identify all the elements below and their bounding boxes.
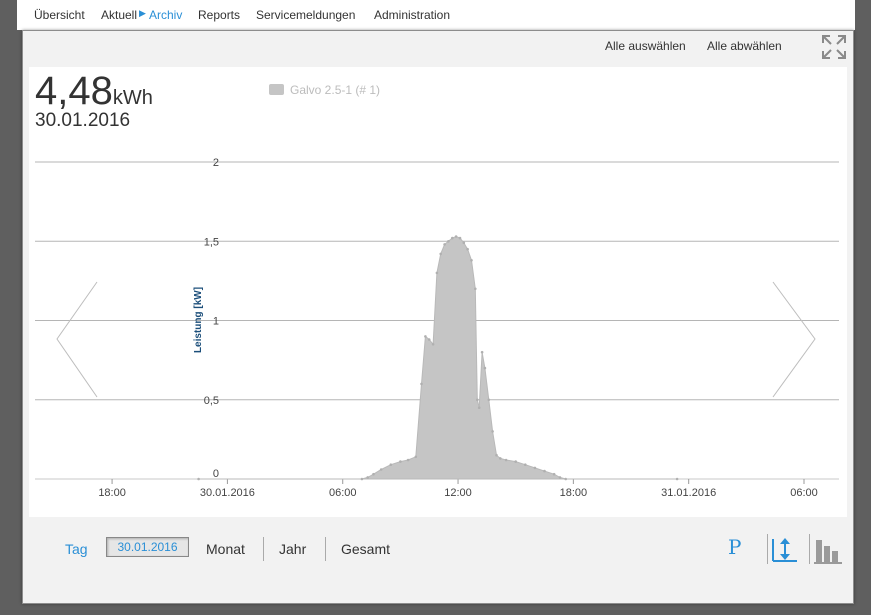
data-point xyxy=(474,287,477,291)
y-tick-label: 2 xyxy=(213,157,219,169)
data-point xyxy=(466,247,469,251)
y-tick-label: 0,5 xyxy=(204,395,219,407)
data-point xyxy=(483,366,487,370)
nav-uebersicht[interactable]: Übersicht xyxy=(34,8,85,22)
chart-area: 0 0,5 1 1,5 2 Leistung [kW] 18:00 30.01.2016 06:… xyxy=(29,67,847,517)
data-point xyxy=(487,398,491,402)
nav-servicemeldungen[interactable]: Servicemeldungen xyxy=(256,8,355,22)
data-point xyxy=(675,477,679,481)
select-all-link[interactable]: Alle auswählen xyxy=(605,39,686,53)
legend-item[interactable]: Galvo 2.5-1 (# 1) xyxy=(269,83,380,97)
tab-tag[interactable]: Tag xyxy=(65,541,88,557)
prev-arrow-icon[interactable] xyxy=(56,281,98,398)
chevron-right-icon: ▶ xyxy=(139,8,146,18)
archive-panel: Alle auswählen Alle abwählen 0 0,5 1 1,5 2 Le… xyxy=(22,30,854,604)
data-point xyxy=(477,406,481,410)
data-point xyxy=(366,476,370,479)
data-point xyxy=(458,236,462,240)
data-point xyxy=(360,477,364,481)
bar-chart-icon[interactable] xyxy=(814,536,842,564)
data-point xyxy=(424,335,427,338)
data-point xyxy=(406,458,410,462)
power-toggle-button[interactable]: P xyxy=(728,535,741,559)
data-point xyxy=(514,460,517,463)
data-point xyxy=(552,472,556,476)
date-field[interactable]: 30.01.2016 xyxy=(106,537,189,557)
vertical-scale-icon[interactable] xyxy=(771,535,799,563)
y-tick-label: 1 xyxy=(213,316,219,328)
data-point xyxy=(564,477,567,481)
legend-swatch xyxy=(269,84,284,95)
data-point xyxy=(443,243,446,246)
nav-administration[interactable]: Administration xyxy=(374,8,450,22)
data-point xyxy=(439,252,443,256)
top-navigation: Übersicht Aktuell ▶ Archiv Reports Servi… xyxy=(17,0,855,30)
x-tick-label: 18:00 xyxy=(98,487,126,499)
data-point xyxy=(491,430,494,433)
fullscreen-icon[interactable] xyxy=(821,34,847,60)
y-tick-label: 0 xyxy=(213,468,219,480)
data-point xyxy=(379,468,383,471)
x-tick-label: 30.01.2016 xyxy=(200,487,255,499)
nav-aktuell[interactable]: Aktuell xyxy=(101,8,137,22)
data-point xyxy=(414,455,418,459)
data-point xyxy=(197,477,200,481)
data-point xyxy=(447,240,450,243)
data-point xyxy=(462,241,466,245)
data-point xyxy=(533,466,537,470)
data-point xyxy=(543,469,546,473)
y-axis-label: Leistung [kW] xyxy=(193,287,204,353)
energy-total: 4,48kWh xyxy=(35,69,153,114)
data-point xyxy=(435,271,439,275)
data-point xyxy=(495,453,498,457)
data-point xyxy=(389,463,393,467)
x-tick-label: 06:00 xyxy=(790,487,818,499)
next-arrow-icon[interactable] xyxy=(772,281,816,398)
data-point xyxy=(454,235,458,238)
data-point xyxy=(476,398,479,402)
nav-reports[interactable]: Reports xyxy=(198,8,240,22)
x-tick-label: 12:00 xyxy=(444,487,472,499)
tab-jahr[interactable]: Jahr xyxy=(279,541,306,557)
energy-unit: kWh xyxy=(112,87,153,109)
tab-monat[interactable]: Monat xyxy=(206,541,245,557)
data-point xyxy=(420,382,423,386)
data-point xyxy=(431,343,435,346)
selected-date: 30.01.2016 xyxy=(35,110,131,131)
tool-divider xyxy=(809,534,810,564)
tab-gesamt[interactable]: Gesamt xyxy=(341,541,390,557)
chart-toolbar: Alle auswählen Alle abwählen xyxy=(23,31,851,67)
data-point xyxy=(524,463,527,467)
x-tick-label: 31.01.2016 xyxy=(661,487,716,499)
tool-divider xyxy=(767,534,768,564)
data-point xyxy=(499,457,502,460)
legend-label: Galvo 2.5-1 (# 1) xyxy=(290,83,381,97)
data-point xyxy=(399,460,402,463)
tab-divider xyxy=(325,537,326,561)
data-point xyxy=(451,236,454,240)
data-point xyxy=(504,458,508,462)
data-point xyxy=(558,476,562,479)
nav-archiv[interactable]: Archiv xyxy=(149,8,182,22)
deselect-all-link[interactable]: Alle abwählen xyxy=(707,39,782,53)
data-point xyxy=(480,350,484,354)
x-tick-label: 18:00 xyxy=(560,487,588,499)
tab-divider xyxy=(263,537,264,561)
y-tick-label: 1,5 xyxy=(204,236,219,248)
data-point xyxy=(470,259,473,262)
data-point xyxy=(372,472,375,476)
data-point xyxy=(427,338,431,341)
power-chart: 0 0,5 1 1,5 2 Leistung [kW] 18:00 30.01.2016 06:… xyxy=(35,157,839,499)
x-tick-label: 06:00 xyxy=(329,487,357,499)
energy-value: 4,48 xyxy=(35,69,113,113)
period-bar: Tag 30.01.2016 Monat Jahr Gesamt P xyxy=(23,517,851,603)
